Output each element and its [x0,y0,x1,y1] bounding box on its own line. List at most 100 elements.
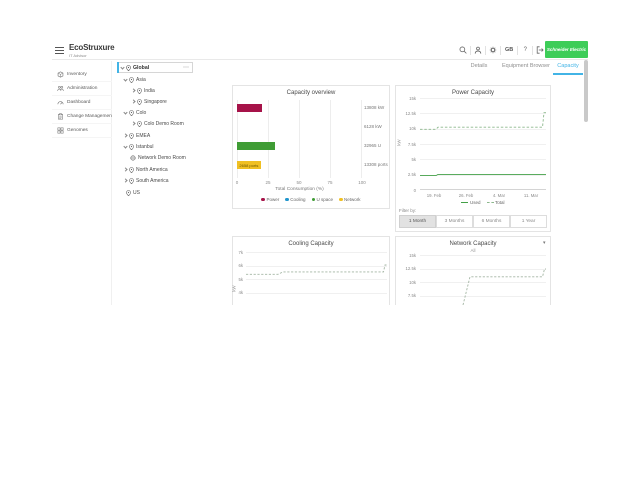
tree-item-istanbul[interactable]: Istanbul [124,142,154,151]
tree-item-south-america[interactable]: South America [124,176,169,185]
chevron-down-icon[interactable] [120,65,124,69]
sidebar-item-label: Change Management [67,114,113,119]
x-tick: 100 [354,180,370,185]
y-tick: 4k [234,290,243,295]
tree-item-label: Singapore [144,99,167,105]
logo-subtext: IT Advisor [69,53,114,58]
topbar-actions: GB ? [458,43,545,57]
legend-dot-network [339,198,343,202]
y-tick: 5k [234,277,243,282]
tree-item-network-demo-room[interactable]: Network Demo Room [130,153,186,162]
tree-item-label: Istanbul [136,144,154,150]
sidebar-item-label: Inventory [67,72,87,77]
location-pin-icon [129,110,134,116]
globe-icon [130,155,136,161]
chevron-right-icon[interactable] [131,88,135,92]
tree-item-india[interactable]: India [132,86,155,95]
sidebar-item-change-management[interactable]: Change Management [52,110,112,124]
y-tick: 0 [398,188,416,193]
filter-1-month-button[interactable]: 1 Month [399,215,436,228]
dashboard-icon [57,99,64,106]
x-tick: 11. Mar [519,193,543,198]
tree-item-label: US [133,190,140,196]
tree-item-north-america[interactable]: North America [124,165,168,174]
app-logo[interactable]: EcoStruxure IT Advisor [69,43,114,58]
chart-legend: Power Cooling U space Network [237,197,385,202]
x-axis-label: Total Consumption (%) [247,187,352,192]
tree-item-us[interactable]: US [126,188,140,197]
sidebar-item-administration[interactable]: Administration [52,82,112,96]
divider [485,46,486,55]
settings-icon[interactable] [488,44,498,56]
divider [470,46,471,55]
active-tab-underline [553,73,583,75]
location-pin-icon [137,88,142,94]
chevron-down-icon[interactable] [123,77,127,81]
tree-item-label: North America [136,167,168,173]
tree-item-asia[interactable]: Asia [124,75,146,84]
inventory-icon [57,71,64,78]
chart-legend: Used Total [420,200,546,205]
tree-root-global[interactable]: Global ⋯ [117,62,193,73]
y-tick: 7k [234,250,243,255]
x-tick: 19. Feb [422,193,446,198]
x-tick: 75 [322,180,338,185]
tree-item-label: South America [136,178,169,184]
legend-label: Network [344,197,361,202]
tree-item-label: Network Demo Room [138,155,186,161]
bar-network: 2658 ports [237,161,261,169]
legend-label: Cooling [290,197,305,202]
sidebar-item-dashboard[interactable]: Dashboard [52,96,112,110]
sidebar-item-inventory[interactable]: Inventory [52,68,112,82]
legend-label: U space [317,197,334,202]
help-icon[interactable]: ? [520,44,530,56]
chevron-down-icon[interactable]: ▾ [543,240,546,246]
sidebar-item-genomes[interactable]: Genomes [52,124,112,138]
logo-text: EcoStruxure [69,43,114,52]
legend-label: Power [266,197,279,202]
tab-capacity[interactable]: Capacity [553,63,583,69]
more-options-icon[interactable]: ⋯ [183,64,189,71]
chevron-right-icon[interactable] [123,178,127,182]
search-icon[interactable] [458,44,468,56]
location-pin-icon [126,65,131,71]
user-icon[interactable] [473,44,483,56]
tree-item-emea[interactable]: EMEA [124,131,150,140]
location-pin-icon [129,133,134,139]
x-tick: 0 [229,180,245,185]
series-total [246,265,387,274]
location-tree: Global ⋯ Asia India Singapore Colo Colo … [112,60,204,305]
y-tick: 10k [398,280,416,285]
chevron-right-icon[interactable] [123,133,127,137]
x-tick: 26. Feb [454,193,478,198]
logout-icon[interactable] [535,44,545,56]
divider [517,46,518,55]
menu-icon[interactable] [55,47,64,54]
location-pin-icon [137,99,142,105]
chevron-right-icon[interactable] [123,167,127,171]
chevron-right-icon[interactable] [131,121,135,125]
tree-item-colo[interactable]: Colo [124,108,146,117]
filter-1-year-button[interactable]: 1 Year [510,215,547,228]
chart-title: Cooling Capacity [233,241,389,247]
tree-item-label: EMEA [136,133,150,139]
capacity-label-u-space: 32965 U [364,143,390,148]
bar-network-label: 2658 ports [239,163,258,168]
chevron-down-icon[interactable] [123,110,127,114]
filter-3-months-button[interactable]: 3 Months [436,215,473,228]
change-management-icon [57,113,64,120]
location-pin-icon [137,121,142,127]
scrollbar-thumb[interactable] [584,60,588,122]
power-capacity-plot [420,98,546,190]
chevron-right-icon[interactable] [131,99,135,103]
tree-item-label: India [144,88,155,94]
tab-equipment-browser[interactable]: Equipment Browser [498,63,554,69]
filter-6-months-button[interactable]: 6 Months [473,215,510,228]
tree-item-singapore[interactable]: Singapore [132,97,167,106]
y-tick: 7.5k [398,142,416,147]
language-selector[interactable]: GB [503,47,515,53]
tab-details[interactable]: Details [458,63,500,69]
tree-item-colo-demo-room[interactable]: Colo Demo Room [132,119,184,128]
chevron-down-icon[interactable] [123,144,127,148]
capacity-label-network: 13308 ports [364,162,390,167]
